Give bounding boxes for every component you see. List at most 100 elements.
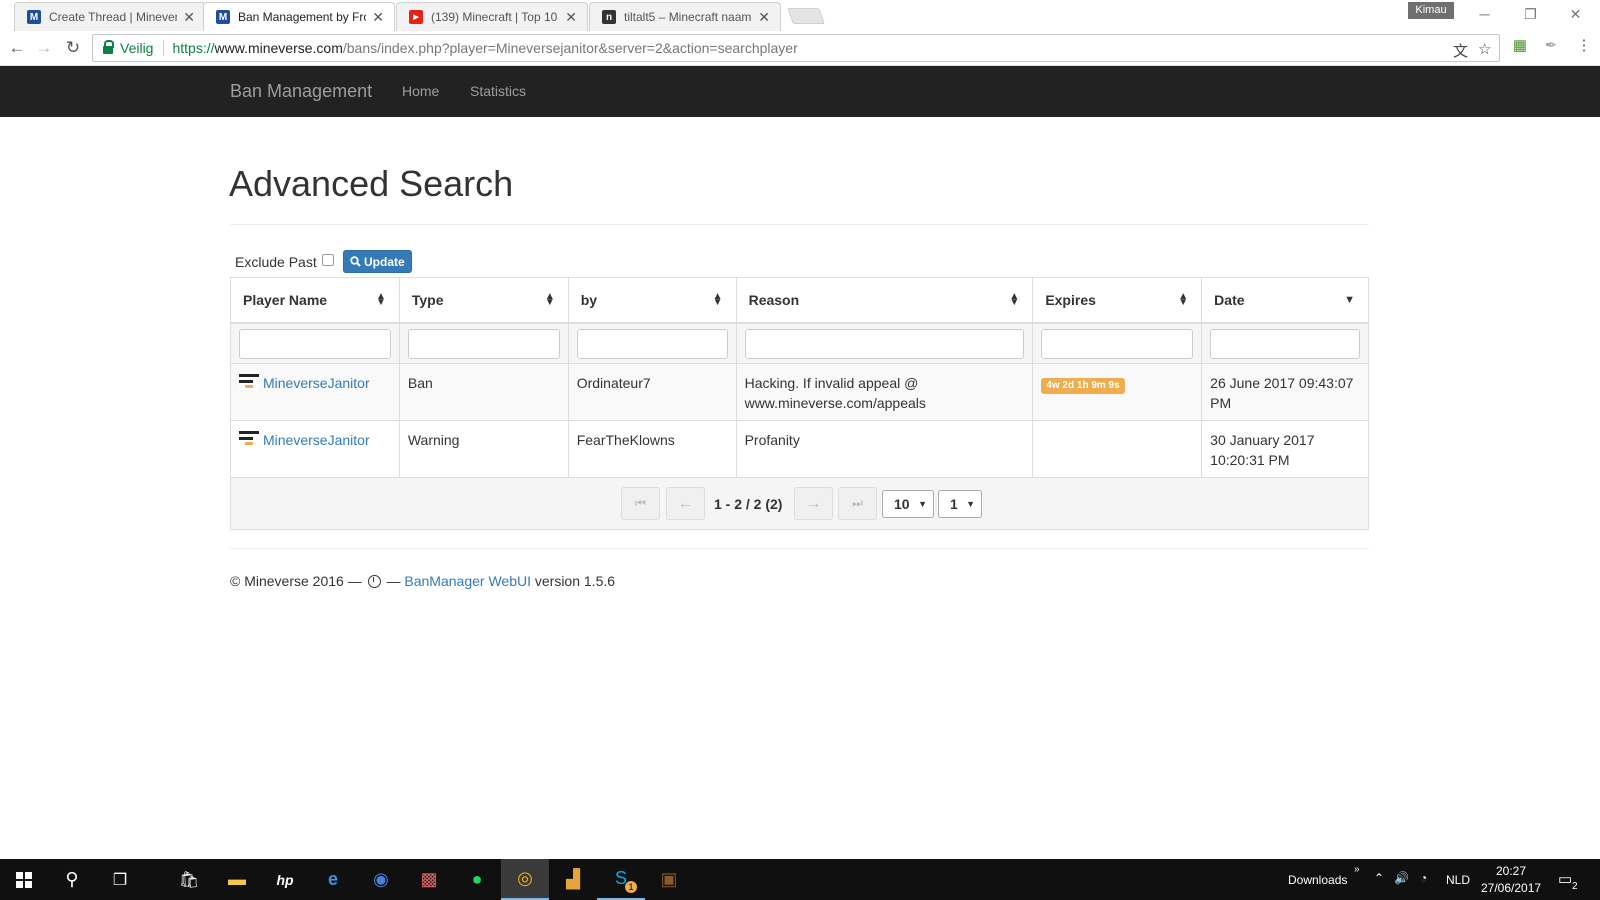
page-size-value: 10 [894, 496, 910, 512]
task-view-icon[interactable]: ❐ [96, 859, 144, 900]
spotify-icon[interactable]: ● [453, 859, 501, 900]
filter-type-input[interactable] [407, 329, 560, 359]
clock-time[interactable]: 20:27 [1496, 864, 1526, 878]
restore-icon[interactable]: ❐ [1508, 2, 1553, 26]
minimize-icon[interactable]: ─ [1462, 2, 1507, 26]
sort-icon: ▲ ▼ [544, 291, 555, 308]
column-header-date[interactable]: Date ▼ [1202, 278, 1368, 322]
forward-arrow-icon[interactable]: → [33, 37, 55, 59]
bookmark-star-icon[interactable]: ☆ [1478, 40, 1491, 58]
url-path: /bans/index.php?player=Mineversejanitor&… [342, 40, 798, 56]
update-button[interactable]: Update [343, 250, 412, 273]
cell-reason: Hacking. If invalid appeal @ www.minever… [737, 364, 1034, 420]
filter-reason-input[interactable] [744, 329, 1025, 359]
close-window-icon[interactable]: ✕ [1553, 2, 1598, 26]
tab-create-thread[interactable]: M Create Thread | Mineverse ✕ [14, 2, 206, 31]
tab-ban-management[interactable]: M Ban Management by Frostcast ✕ [203, 2, 395, 31]
first-page-icon[interactable]: ⏮ [621, 487, 660, 520]
column-header-expires[interactable]: Expires ▲ ▼ [1033, 278, 1203, 322]
close-icon[interactable]: ✕ [372, 9, 384, 26]
exclude-past-checkbox[interactable] [321, 254, 334, 266]
player-link[interactable]: MineverseJanitor [263, 430, 370, 450]
address-bar[interactable]: Veilig https:// www.mineverse.com /bans/… [92, 34, 1500, 62]
cell-type: Warning [400, 421, 569, 477]
browser-toolbar: ← → ↻ Veilig https:// www.mineverse.com … [0, 31, 1600, 66]
column-label: Reason [748, 292, 800, 308]
namemc-favicon-icon: n [602, 10, 616, 24]
footer-version: version 1.5.6 [530, 573, 616, 589]
notifications-icon[interactable]: ▭ [1558, 870, 1572, 888]
filter-by-input[interactable] [576, 329, 728, 359]
close-icon[interactable]: ✕ [565, 9, 577, 26]
search-icon[interactable]: ⚲ [48, 859, 96, 900]
extension-icon[interactable]: ▦ [1512, 38, 1528, 54]
column-header-type[interactable]: Type ▲ ▼ [400, 278, 569, 322]
sort-desc-icon: ▼ [1344, 294, 1356, 306]
minecraft-icon[interactable]: ▣ [645, 859, 693, 900]
player-link[interactable]: MineverseJanitor [263, 373, 370, 393]
cell-player: MineverseJanitor [231, 364, 400, 420]
secure-label: Veilig [120, 40, 154, 56]
page-value: 1 [950, 496, 958, 512]
search-icon [350, 256, 361, 267]
reload-icon[interactable]: ↻ [62, 37, 84, 59]
translate-icon[interactable]: 文 [1453, 40, 1468, 61]
column-header-reason[interactable]: Reason ▲ ▼ [737, 278, 1034, 322]
new-tab-button[interactable] [787, 8, 825, 24]
url-scheme: https:// [172, 40, 215, 56]
clock-date[interactable]: 27/06/2017 [1481, 881, 1541, 895]
hp-icon[interactable]: hp [261, 859, 309, 900]
language-indicator[interactable]: NLD [1446, 873, 1470, 887]
close-icon[interactable]: ✕ [183, 9, 195, 26]
tab-title: (139) Minecraft | Top 10 Mods [431, 10, 559, 24]
cell-by: Ordinateur7 [569, 364, 737, 420]
volume-icon[interactable]: 🔊 [1394, 871, 1409, 885]
tab-namemc[interactable]: n tiltalt5 – Minecraft naam ✕ [589, 2, 781, 31]
chevron-right-icon[interactable]: » [1354, 864, 1360, 875]
chevron-up-icon[interactable]: ⌃ [1374, 871, 1384, 885]
nav-statistics[interactable]: Statistics [470, 83, 526, 99]
player-avatar-icon [239, 431, 259, 447]
extension-feather-icon[interactable]: ✒ [1543, 38, 1559, 54]
filter-expires-input[interactable] [1041, 329, 1194, 359]
expires-badge: 4w 2d 1h 9m 9s [1041, 378, 1125, 394]
page-size-select[interactable]: 10 ▼ [882, 490, 934, 518]
filter-cell [1033, 324, 1203, 363]
nav-home[interactable]: Home [402, 83, 439, 99]
page-select[interactable]: 1 ▼ [938, 490, 982, 518]
windows-start-icon[interactable] [0, 859, 48, 900]
update-button-label: Update [364, 254, 405, 269]
filter-player-input[interactable] [239, 329, 391, 359]
store-icon[interactable]: 🛍 [165, 859, 213, 900]
network-icon[interactable]: ◔ [1420, 871, 1427, 885]
tab-youtube[interactable]: ▶ (139) Minecraft | Top 10 Mods ✕ [396, 2, 588, 31]
banmanager-link[interactable]: BanManager WebUI [404, 573, 531, 589]
close-icon[interactable]: ✕ [758, 9, 770, 26]
last-page-icon[interactable]: ⏭ [838, 487, 877, 520]
navbar-brand[interactable]: Ban Management [230, 81, 372, 102]
column-header-player-name[interactable]: Player Name ▲ ▼ [231, 278, 400, 322]
next-page-icon[interactable]: → [794, 487, 833, 520]
column-label: Type [411, 292, 444, 308]
chrome-menu-icon[interactable]: ⋮ [1576, 38, 1592, 54]
caret-down-icon: ▼ [966, 499, 975, 509]
file-explorer-icon[interactable]: ▬ [213, 859, 261, 900]
pager-info: 1 - 2 / 2 (2) [714, 496, 783, 512]
paint-app-icon[interactable]: ▩ [405, 859, 453, 900]
prev-page-icon[interactable]: ← [666, 487, 705, 520]
cell-player: MineverseJanitor [231, 421, 400, 477]
back-arrow-icon[interactable]: ← [6, 37, 28, 59]
cell-by: FearTheKlowns [569, 421, 737, 477]
downloads-toolbar[interactable]: Downloads [1288, 873, 1347, 887]
chrome-icon[interactable]: ◎ [501, 859, 549, 900]
sort-icon: ▲ ▼ [375, 291, 386, 308]
browser-tab-strip: M Create Thread | Mineverse ✕ M Ban Mana… [0, 0, 1600, 31]
edge-icon[interactable]: e [309, 859, 357, 900]
column-header-by[interactable]: by ▲ ▼ [569, 278, 737, 322]
filter-date-input[interactable] [1210, 329, 1361, 359]
profile-badge[interactable]: Kimau [1408, 2, 1454, 19]
skype-icon[interactable]: S1 [597, 859, 645, 900]
mineverse-favicon-icon: M [216, 10, 230, 24]
app-tools-icon[interactable]: ▟ [549, 859, 597, 900]
app-g-icon[interactable]: ◉ [357, 859, 405, 900]
